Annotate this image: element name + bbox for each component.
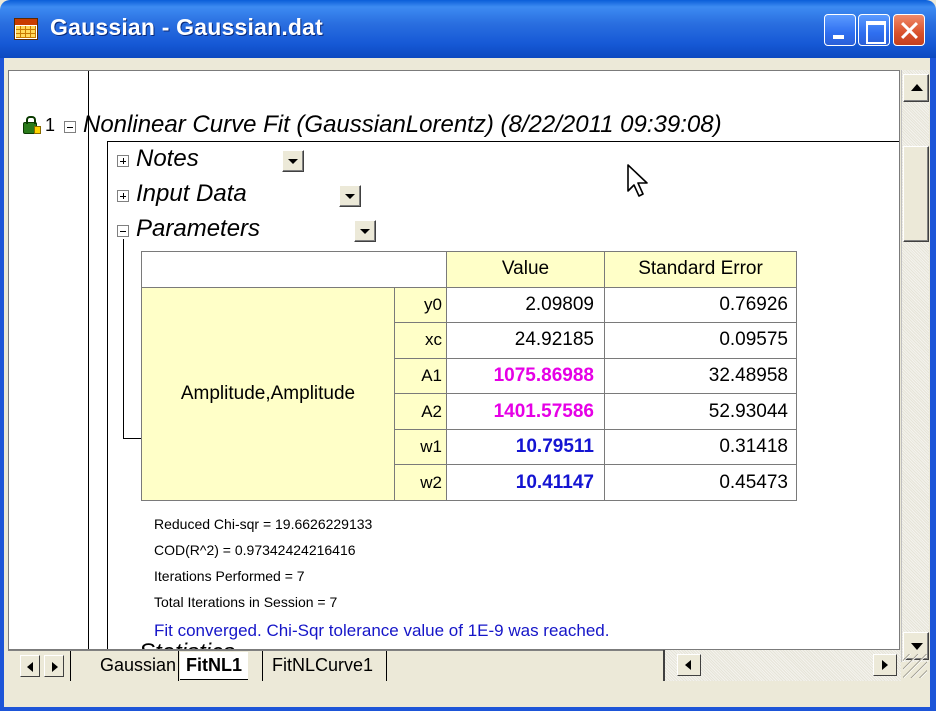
tree-line: [88, 71, 89, 649]
tab-fitnlcurve1[interactable]: FitNLCurve1: [266, 652, 379, 680]
iterations-text: Iterations Performed = 7: [154, 568, 305, 584]
scroll-left-button[interactable]: [677, 654, 701, 676]
param-value[interactable]: 24.92185: [446, 322, 605, 359]
previous-sheet-button[interactable]: [20, 655, 40, 677]
tab-gaussian[interactable]: Gaussian: [94, 652, 182, 680]
param-value[interactable]: 10.79511: [446, 428, 605, 466]
parameters-table: Value Standard Error Amplitude,Amplitude…: [141, 251, 797, 502]
tab-divider: [178, 651, 179, 681]
param-name: w2: [394, 464, 447, 501]
report-sheet: 1 Nonlinear Curve Fit (GaussianLorentz) …: [8, 70, 900, 650]
param-name: A1: [394, 357, 447, 395]
row-number: 1: [45, 115, 56, 135]
window-title: Gaussian - Gaussian.dat: [50, 14, 324, 40]
param-name: y0: [394, 286, 447, 324]
minimize-button[interactable]: [824, 14, 856, 46]
input-data-node[interactable]: Input Data: [136, 180, 247, 208]
param-name: xc: [394, 322, 447, 359]
notes-dropdown-button[interactable]: [282, 150, 304, 172]
param-std-error[interactable]: 0.31418: [604, 428, 797, 466]
expand-notes-icon[interactable]: [117, 155, 129, 167]
collapse-icon[interactable]: [64, 121, 76, 133]
expand-input-data-icon[interactable]: [117, 190, 129, 202]
param-std-error[interactable]: 0.09575: [604, 322, 797, 359]
title-bar[interactable]: Gaussian - Gaussian.dat: [0, 0, 936, 58]
tab-divider: [262, 651, 263, 681]
input-data-dropdown-button[interactable]: [339, 185, 361, 207]
scroll-right-button[interactable]: [873, 654, 897, 676]
tree-line: [107, 141, 899, 142]
param-std-error[interactable]: 0.76926: [604, 286, 797, 324]
resize-grip-icon[interactable]: [903, 654, 927, 678]
convergence-message: Fit converged. Chi-Sqr tolerance value o…: [154, 621, 610, 640]
mouse-pointer-icon: [627, 164, 648, 197]
next-sheet-button[interactable]: [44, 655, 64, 677]
param-std-error[interactable]: 0.45473: [604, 464, 797, 501]
param-value[interactable]: 1075.86988: [446, 357, 605, 395]
tab-divider: [386, 651, 387, 681]
close-button[interactable]: [893, 14, 925, 46]
lock-icon[interactable]: [23, 116, 41, 134]
param-name: w1: [394, 428, 447, 466]
param-name: A2: [394, 393, 447, 430]
worksheet-icon[interactable]: [14, 18, 38, 40]
table-header-row: Value Standard Error: [141, 251, 797, 288]
param-std-error[interactable]: 52.93044: [604, 393, 797, 430]
table-corner: [141, 251, 447, 288]
tree-line: [123, 239, 124, 439]
tab-divider: [70, 651, 71, 681]
statistics-node[interactable]: Statistics: [139, 639, 235, 649]
table-row[interactable]: Amplitude,Amplitude y0 2.09809 0.76926: [141, 286, 797, 502]
reduced-chi-sqr-text: Reduced Chi-sqr = 19.6626229133: [154, 516, 373, 532]
param-value[interactable]: 2.09809: [446, 286, 605, 324]
total-iterations-text: Total Iterations in Session = 7: [154, 594, 338, 610]
collapse-parameters-icon[interactable]: [117, 225, 129, 237]
std-error-column-header[interactable]: Standard Error: [604, 251, 797, 288]
horizontal-scrollbar[interactable]: [663, 650, 901, 681]
tree-line: [123, 438, 141, 439]
group-label: Amplitude,Amplitude: [141, 286, 395, 502]
scroll-up-button[interactable]: [903, 74, 929, 102]
param-std-error[interactable]: 32.48958: [604, 357, 797, 395]
param-value[interactable]: 1401.57586: [446, 393, 605, 430]
parameters-dropdown-button[interactable]: [354, 220, 376, 242]
fit-report-title: Nonlinear Curve Fit (GaussianLorentz) (8…: [83, 111, 722, 138]
param-value[interactable]: 10.41147: [446, 464, 605, 501]
vertical-scrollbar[interactable]: [901, 70, 929, 662]
tab-fitnl1[interactable]: FitNL1: [180, 652, 248, 680]
tree-line: [107, 141, 108, 649]
parameters-node[interactable]: Parameters: [136, 215, 260, 243]
value-column-header[interactable]: Value: [446, 251, 605, 288]
cod-text: COD(R^2) = 0.97342424216416: [154, 542, 356, 558]
maximize-button[interactable]: [858, 14, 890, 46]
scroll-thumb[interactable]: [903, 146, 929, 242]
notes-node[interactable]: Notes: [136, 145, 199, 173]
